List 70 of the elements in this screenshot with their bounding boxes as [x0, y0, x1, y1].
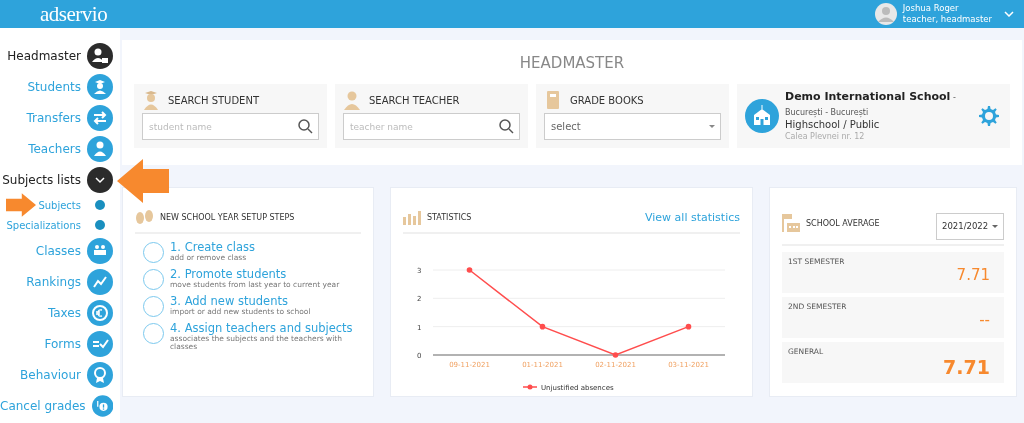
search-field[interactable]: teacher name: [343, 113, 520, 140]
logo[interactable]: adservio: [40, 1, 108, 27]
user-name: Joshua Roger: [902, 3, 960, 14]
search-icon: [298, 119, 313, 134]
card-title: NEW SCHOOL YEAR SETUP STEPS: [160, 212, 295, 222]
search-field[interactable]: student name: [142, 113, 319, 140]
sidebar-item[interactable]: Cancel grades: [0, 390, 120, 421]
search-icon: [499, 119, 514, 134]
data-point: [539, 323, 546, 330]
step-link[interactable]: 3. Add new students: [170, 294, 311, 308]
building-icon: [745, 99, 779, 133]
sidebar-item[interactable]: Teachers: [0, 133, 120, 164]
average-value: 7.71: [942, 356, 991, 378]
year-dropdown[interactable]: 2021/2022: [936, 212, 1004, 240]
data-point: [466, 267, 473, 273]
caret-icon: [992, 224, 998, 228]
dot-icon: [95, 200, 105, 210]
card-title: SCHOOL AVERAGE: [806, 218, 881, 228]
sidebar-item[interactable]: Rankings: [0, 266, 120, 297]
page-title: HEADMASTER: [518, 54, 626, 72]
check-list-icon: [87, 330, 113, 357]
person-icon: [343, 90, 361, 110]
book-icon: [544, 90, 562, 110]
sidebar-item[interactable]: Transfers: [0, 102, 120, 133]
step-link[interactable]: 4. Assign teachers and subjects: [170, 321, 361, 335]
data-point: [612, 352, 619, 358]
sidebar-item[interactable]: Subjects lists: [0, 164, 120, 195]
legend-marker: [522, 384, 538, 390]
card-title: SEARCH STUDENT: [168, 94, 260, 106]
graduate-icon: [142, 90, 160, 110]
sidebar-item[interactable]: Headmaster: [0, 40, 120, 71]
school-building-icon: [782, 214, 800, 232]
sidebar-subitem[interactable]: Specializations: [0, 215, 120, 235]
swap-arrows-icon: [87, 104, 113, 131]
graduate-icon: [87, 73, 113, 100]
view-statistics-link[interactable]: View all statistics: [645, 210, 740, 224]
school-name: Demo International School - București - București: [785, 89, 957, 119]
bar-chart-icon: [403, 209, 421, 225]
sidebar-item[interactable]: Classes: [0, 235, 120, 266]
euro-icon: [87, 299, 113, 326]
footprints-icon: [135, 210, 154, 224]
data-point: [685, 323, 692, 330]
step-link[interactable]: 2. Promote students: [170, 267, 340, 281]
sidebar-item[interactable]: Students: [0, 71, 120, 102]
user-role: teacher, headmaster: [902, 14, 992, 25]
chevron-down-icon: [1004, 11, 1014, 17]
card-title: SEARCH TEACHER: [369, 94, 460, 106]
exclamation-icon: [91, 392, 113, 419]
average-value: --: [978, 311, 991, 329]
person-icon: [87, 42, 113, 69]
group-icon: [87, 237, 113, 264]
school-type: Highschool / Public: [785, 119, 881, 131]
settings-icon: [978, 105, 1000, 127]
select-dropdown[interactable]: select: [544, 113, 721, 140]
sidebar-subitem[interactable]: Subjects: [0, 195, 120, 215]
line-chart-icon: [87, 268, 113, 295]
dot-icon: [95, 220, 105, 230]
school-address: Calea Plevnei nr. 12: [785, 131, 866, 143]
average-value: 7.71: [955, 266, 991, 284]
card-title: GRADE BOOKS: [570, 94, 644, 106]
step-link[interactable]: 1. Create class: [170, 240, 256, 254]
caret-icon: [709, 125, 715, 128]
person-icon: [87, 135, 113, 162]
medal-icon: [87, 361, 113, 388]
sidebar-item[interactable]: Forms: [0, 328, 120, 359]
card-title: STATISTICS: [427, 212, 472, 222]
avatar-icon: [874, 3, 897, 25]
sidebar-item[interactable]: Taxes: [0, 297, 120, 328]
arrow-drawing: [117, 159, 169, 203]
sidebar-item[interactable]: Behaviour: [0, 359, 120, 390]
